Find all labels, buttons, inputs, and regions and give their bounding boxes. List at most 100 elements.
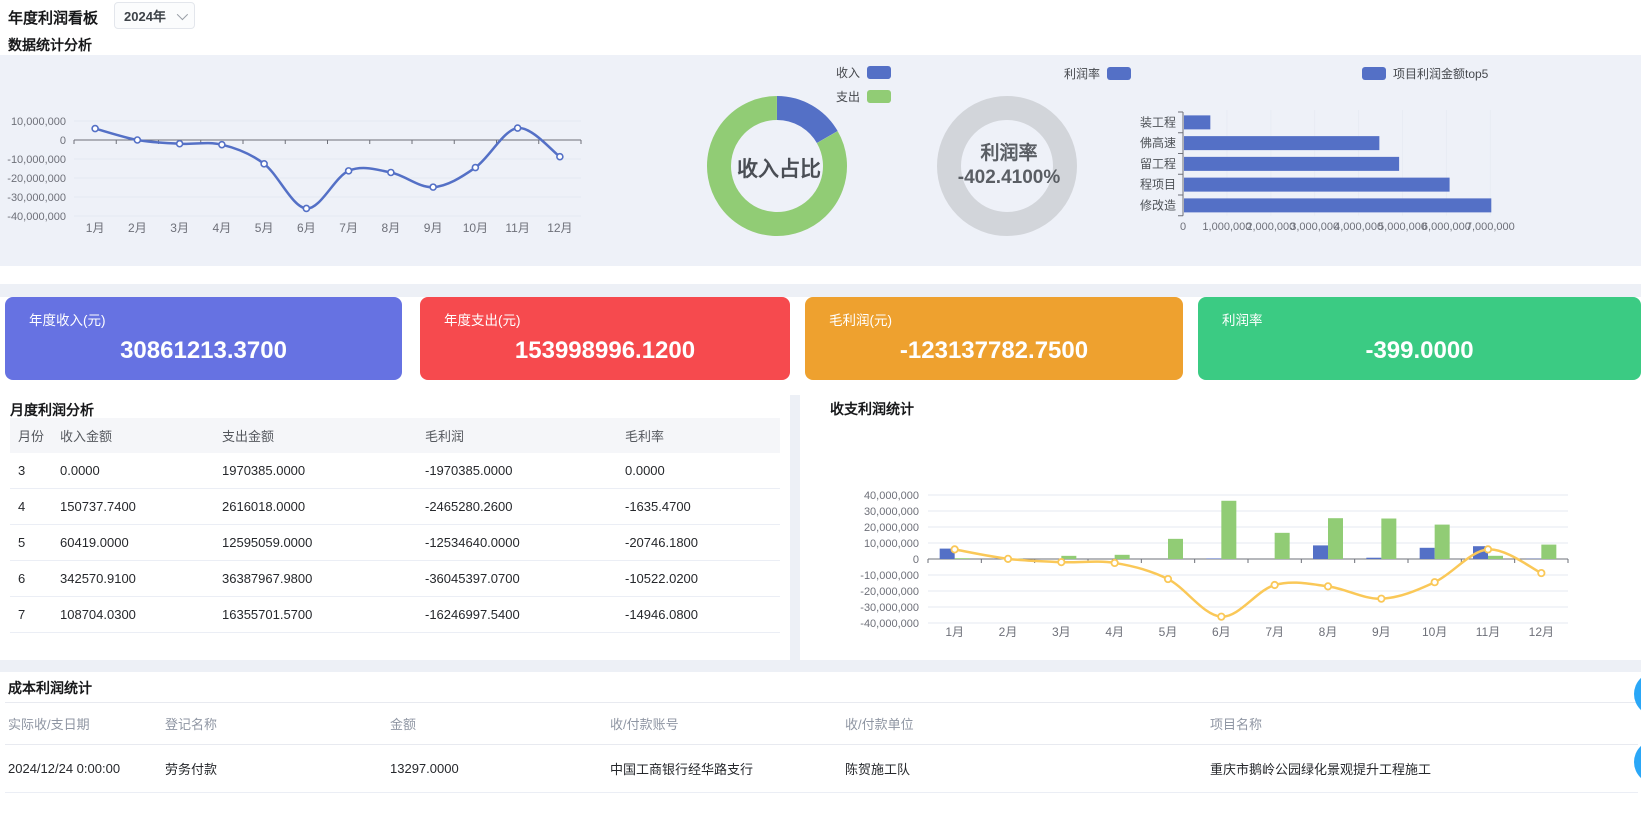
svg-text:4月: 4月 <box>1105 625 1124 639</box>
table-cell: 16355701.5700 <box>214 597 417 633</box>
page-title: 年度利润看板 <box>8 7 98 28</box>
svg-text:40,000,000: 40,000,000 <box>864 490 919 502</box>
kpi-card-value: -399.0000 <box>1198 337 1641 365</box>
table-row[interactable]: 6342570.910036387967.9800-36045397.0700-… <box>10 561 780 597</box>
table-cell: -1970385.0000 <box>417 453 617 489</box>
table-cell: -12534640.0000 <box>417 525 617 561</box>
project-top5-legend-label: 项目利润金额top5 <box>1393 65 1488 82</box>
table-cell: 2616018.0000 <box>214 489 417 525</box>
kpi-card-0[interactable]: 年度收入(元)30861213.3700 <box>5 297 402 380</box>
svg-text:-30,000,000: -30,000,000 <box>7 192 66 204</box>
cost-table-wrap: 实际收/支日期登记名称金额收/付款账号收/付款单位项目名称2024/12/24 … <box>5 702 1638 793</box>
column-header: 支出金额 <box>214 418 417 453</box>
svg-text:2,000,000: 2,000,000 <box>1246 221 1295 233</box>
table-cell: 150737.7400 <box>52 489 214 525</box>
table-cell: 2024/12/24 0:00:00 <box>5 745 162 793</box>
year-select[interactable]: 2024年 <box>114 2 195 29</box>
column-header: 毛利润 <box>417 418 617 453</box>
svg-text:-20,000,000: -20,000,000 <box>860 586 919 598</box>
svg-text:3月: 3月 <box>170 221 189 235</box>
svg-text:留工程: 留工程 <box>1140 156 1176 171</box>
svg-text:1月: 1月 <box>945 625 964 639</box>
svg-text:2月: 2月 <box>999 625 1018 639</box>
table-cell: 0.0000 <box>52 453 214 489</box>
cost-profit-table: 实际收/支日期登记名称金额收/付款账号收/付款单位项目名称2024/12/24 … <box>5 702 1638 793</box>
svg-text:修改造: 修改造 <box>1140 197 1176 212</box>
profit-rate-donut-chart <box>929 84 1089 248</box>
svg-text:6,000,000: 6,000,000 <box>1422 221 1471 233</box>
income-expense-combo-chart: 40,000,00030,000,00020,000,00010,000,000… <box>800 410 1641 660</box>
cost-table-title: 成本利润统计 <box>8 678 92 698</box>
svg-text:4,000,000: 4,000,000 <box>1334 221 1383 233</box>
svg-text:9月: 9月 <box>424 221 443 235</box>
kpi-card-label: 年度支出(元) <box>444 309 521 329</box>
svg-text:10月: 10月 <box>463 221 488 235</box>
profit-dashboard: 年度利润看板 2024年 数据统计分析 10,000,0000-10,000,0… <box>0 0 1641 821</box>
table-row[interactable]: 30.00001970385.0000-1970385.00000.0000 <box>10 453 780 489</box>
svg-text:装工程: 装工程 <box>1140 114 1176 129</box>
svg-text:7,000,000: 7,000,000 <box>1466 221 1515 233</box>
project-top5-swatch-icon <box>1362 67 1386 80</box>
table-row[interactable]: 560419.000012595059.0000-12534640.0000-2… <box>10 525 780 561</box>
table-cell: 重庆市鹅岭公园绿化景观提升工程施工 <box>1207 745 1638 793</box>
project-top5-legend[interactable]: 项目利润金额top5 <box>1362 65 1488 82</box>
table-cell: 342570.9100 <box>52 561 214 597</box>
kpi-card-value: 153998996.1200 <box>420 337 790 365</box>
table-cell: 0.0000 <box>617 453 780 489</box>
column-header: 项目名称 <box>1207 703 1638 745</box>
project-profit-top5-bar-chart: 01,000,0002,000,0003,000,0004,000,0005,0… <box>1130 100 1641 235</box>
divider-strip <box>0 284 1641 297</box>
svg-text:3月: 3月 <box>1052 625 1071 639</box>
svg-text:3,000,000: 3,000,000 <box>1290 221 1339 233</box>
svg-text:5月: 5月 <box>255 221 274 235</box>
column-header: 收/付款单位 <box>842 703 1207 745</box>
table-header-row: 月份收入金额支出金额毛利润毛利率 <box>10 418 780 453</box>
svg-text:5,000,000: 5,000,000 <box>1378 221 1427 233</box>
svg-text:10月: 10月 <box>1422 625 1447 639</box>
svg-text:-30,000,000: -30,000,000 <box>860 602 919 614</box>
table-cell: 60419.0000 <box>52 525 214 561</box>
monthly-table-wrap: 月份收入金额支出金额毛利润毛利率30.00001970385.0000-1970… <box>10 418 780 633</box>
kpi-card-2[interactable]: 毛利润(元)-123137782.7500 <box>805 297 1183 380</box>
table-cell: -1635.4700 <box>617 489 780 525</box>
legend-item-profit-rate[interactable]: 利润率 <box>1064 65 1131 82</box>
chevron-down-icon <box>177 8 188 19</box>
svg-text:-40,000,000: -40,000,000 <box>860 618 919 630</box>
table-row[interactable]: 7108704.030016355701.5700-16246997.5400-… <box>10 597 780 633</box>
kpi-card-value: 30861213.3700 <box>5 337 402 365</box>
monthly-profit-line-chart: 10,000,0000-10,000,000-20,000,000-30,000… <box>0 55 660 266</box>
kpi-card-3[interactable]: 利润率 -399.0000 <box>1198 297 1641 380</box>
svg-text:6月: 6月 <box>1212 625 1231 639</box>
table-row[interactable]: 2024/12/24 0:00:00劳务付款13297.0000中国工商银行经华… <box>5 745 1638 793</box>
column-header: 收入金额 <box>52 418 214 453</box>
legend-item-income[interactable]: 收入 <box>836 64 891 81</box>
table-cell: 4 <box>10 489 52 525</box>
table-cell: 劳务付款 <box>162 745 387 793</box>
table-header-row: 实际收/支日期登记名称金额收/付款账号收/付款单位项目名称 <box>5 703 1638 745</box>
table-cell: 中国工商银行经华路支行 <box>607 745 842 793</box>
expense-swatch-icon <box>867 90 891 103</box>
income-ratio-donut-chart <box>699 84 859 248</box>
svg-text:12月: 12月 <box>1529 625 1554 639</box>
svg-text:0: 0 <box>913 554 919 566</box>
kpi-card-label: 利润率 <box>1222 309 1263 329</box>
svg-text:4月: 4月 <box>213 221 232 235</box>
table-row[interactable]: 4150737.74002616018.0000-2465280.2600-16… <box>10 489 780 525</box>
table-cell: -36045397.0700 <box>417 561 617 597</box>
kpi-card-1[interactable]: 年度支出(元) 153998996.1200 <box>420 297 790 380</box>
svg-text:1月: 1月 <box>86 221 105 235</box>
table-cell: -10522.0200 <box>617 561 780 597</box>
table-cell: 陈贺施工队 <box>842 745 1207 793</box>
svg-text:7月: 7月 <box>339 221 358 235</box>
svg-text:-20,000,000: -20,000,000 <box>7 173 66 185</box>
top-bar <box>0 0 1641 32</box>
kpi-card-label: 毛利润(元) <box>829 309 892 329</box>
svg-text:11月: 11月 <box>505 221 529 235</box>
table-cell: -20746.1800 <box>617 525 780 561</box>
table-cell: 7 <box>10 597 52 633</box>
table-cell: -16246997.5400 <box>417 597 617 633</box>
table-cell: -2465280.2600 <box>417 489 617 525</box>
svg-text:6月: 6月 <box>297 221 316 235</box>
column-header: 登记名称 <box>162 703 387 745</box>
column-header: 月份 <box>10 418 52 453</box>
